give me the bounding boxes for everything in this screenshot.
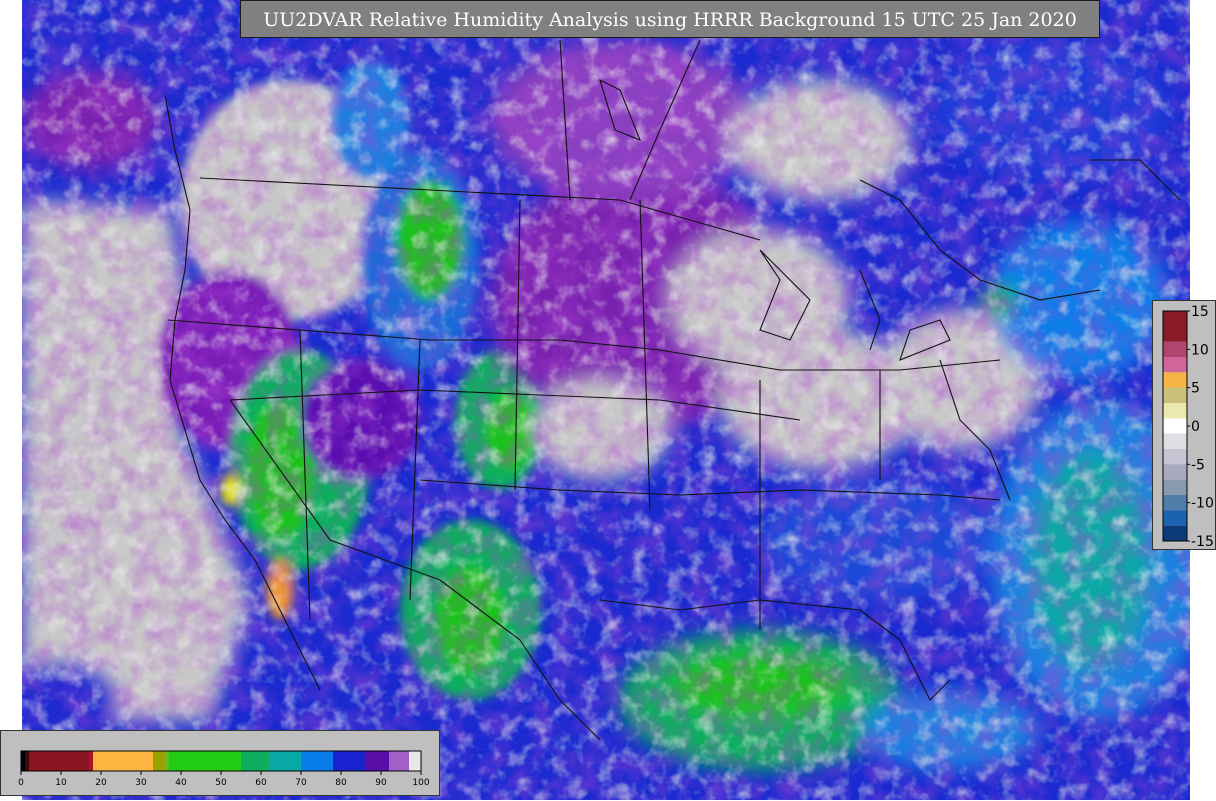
- anomaly-colorbar-tick-label: -15: [1191, 534, 1214, 550]
- anomaly-colorbar-tick-label: 5: [1191, 381, 1200, 397]
- anomaly-colorbar-tick-label: 15: [1191, 304, 1209, 320]
- humidity-colorbar-bin: [21, 751, 25, 771]
- humidity-colorbar-bin: [333, 751, 365, 771]
- humidity-colorbar: 0 10 20 30 40 50 60 70 80 90 100: [18, 750, 430, 788]
- humidity-colorbar-bin: [25, 751, 29, 771]
- anomaly-colorbar-bin: [1163, 311, 1187, 342]
- humidity-colorbar-tick-label: 40: [175, 778, 187, 788]
- humidity-map: [22, 0, 1190, 800]
- humidity-legend: 0 10 20 30 40 50 60 70 80 90 100: [0, 730, 440, 796]
- humidity-colorbar-bin: [89, 751, 93, 771]
- humidity-colorbar-bin: [365, 751, 389, 771]
- anomaly-colorbar-tick-label: -10: [1191, 496, 1214, 512]
- anomaly-colorbar-bin: [1163, 449, 1187, 465]
- anomaly-colorbar-bin: [1163, 525, 1187, 541]
- anomaly-colorbar-bin: [1163, 372, 1187, 388]
- humidity-colorbar-bin: [165, 751, 169, 771]
- anomaly-colorbar-bin: [1163, 341, 1187, 357]
- humidity-colorbar-tick-label: 60: [255, 778, 267, 788]
- humidity-colorbar-bin: [93, 751, 153, 771]
- humidity-colorbar-bin: [241, 751, 269, 771]
- humidity-colorbar-tick-label: 50: [215, 778, 227, 788]
- humidity-colorbar-tick-label: 20: [95, 778, 107, 788]
- humidity-colorbar-bin: [301, 751, 333, 771]
- humidity-colorbar-bin: [409, 751, 421, 771]
- anomaly-colorbar: 15 10 5 0 -5 -10 -15: [1162, 304, 1214, 550]
- humidity-colorbar-tick-label: 10: [55, 778, 67, 788]
- humidity-colorbar-tick-label: 70: [295, 778, 307, 788]
- humidity-colorbar-bin: [153, 751, 165, 771]
- map-title: UU2DVAR Relative Humidity Analysis using…: [240, 0, 1100, 38]
- anomaly-colorbar-tick-label: -5: [1191, 457, 1205, 473]
- anomaly-colorbar-bin: [1163, 464, 1187, 480]
- anomaly-colorbar-bin: [1163, 387, 1187, 403]
- humidity-colorbar-tick-label: 90: [375, 778, 387, 788]
- anomaly-colorbar-bin: [1163, 433, 1187, 449]
- humidity-colorbar-tick-label: 100: [412, 778, 429, 788]
- humidity-colorbar-tick-label: 0: [18, 778, 24, 788]
- anomaly-colorbar-tick-label: 0: [1191, 419, 1200, 435]
- map-field: [22, 0, 1190, 800]
- humidity-colorbar-bin: [29, 751, 89, 771]
- anomaly-colorbar-bin: [1163, 479, 1187, 495]
- humidity-colorbar-tick-label: 30: [135, 778, 147, 788]
- anomaly-colorbar-bin: [1163, 510, 1187, 526]
- humidity-colorbar-bin: [389, 751, 409, 771]
- anomaly-colorbar-bin: [1163, 418, 1187, 434]
- humidity-colorbar-bin: [169, 751, 241, 771]
- anomaly-colorbar-bin: [1163, 357, 1187, 373]
- anomaly-colorbar-bin: [1163, 403, 1187, 419]
- humidity-colorbar-tick-label: 80: [335, 778, 347, 788]
- anomaly-colorbar-bin: [1163, 495, 1187, 511]
- anomaly-legend: 15 10 5 0 -5 -10 -15: [1152, 300, 1216, 550]
- anomaly-colorbar-tick-label: 10: [1191, 342, 1209, 358]
- humidity-colorbar-bin: [269, 751, 301, 771]
